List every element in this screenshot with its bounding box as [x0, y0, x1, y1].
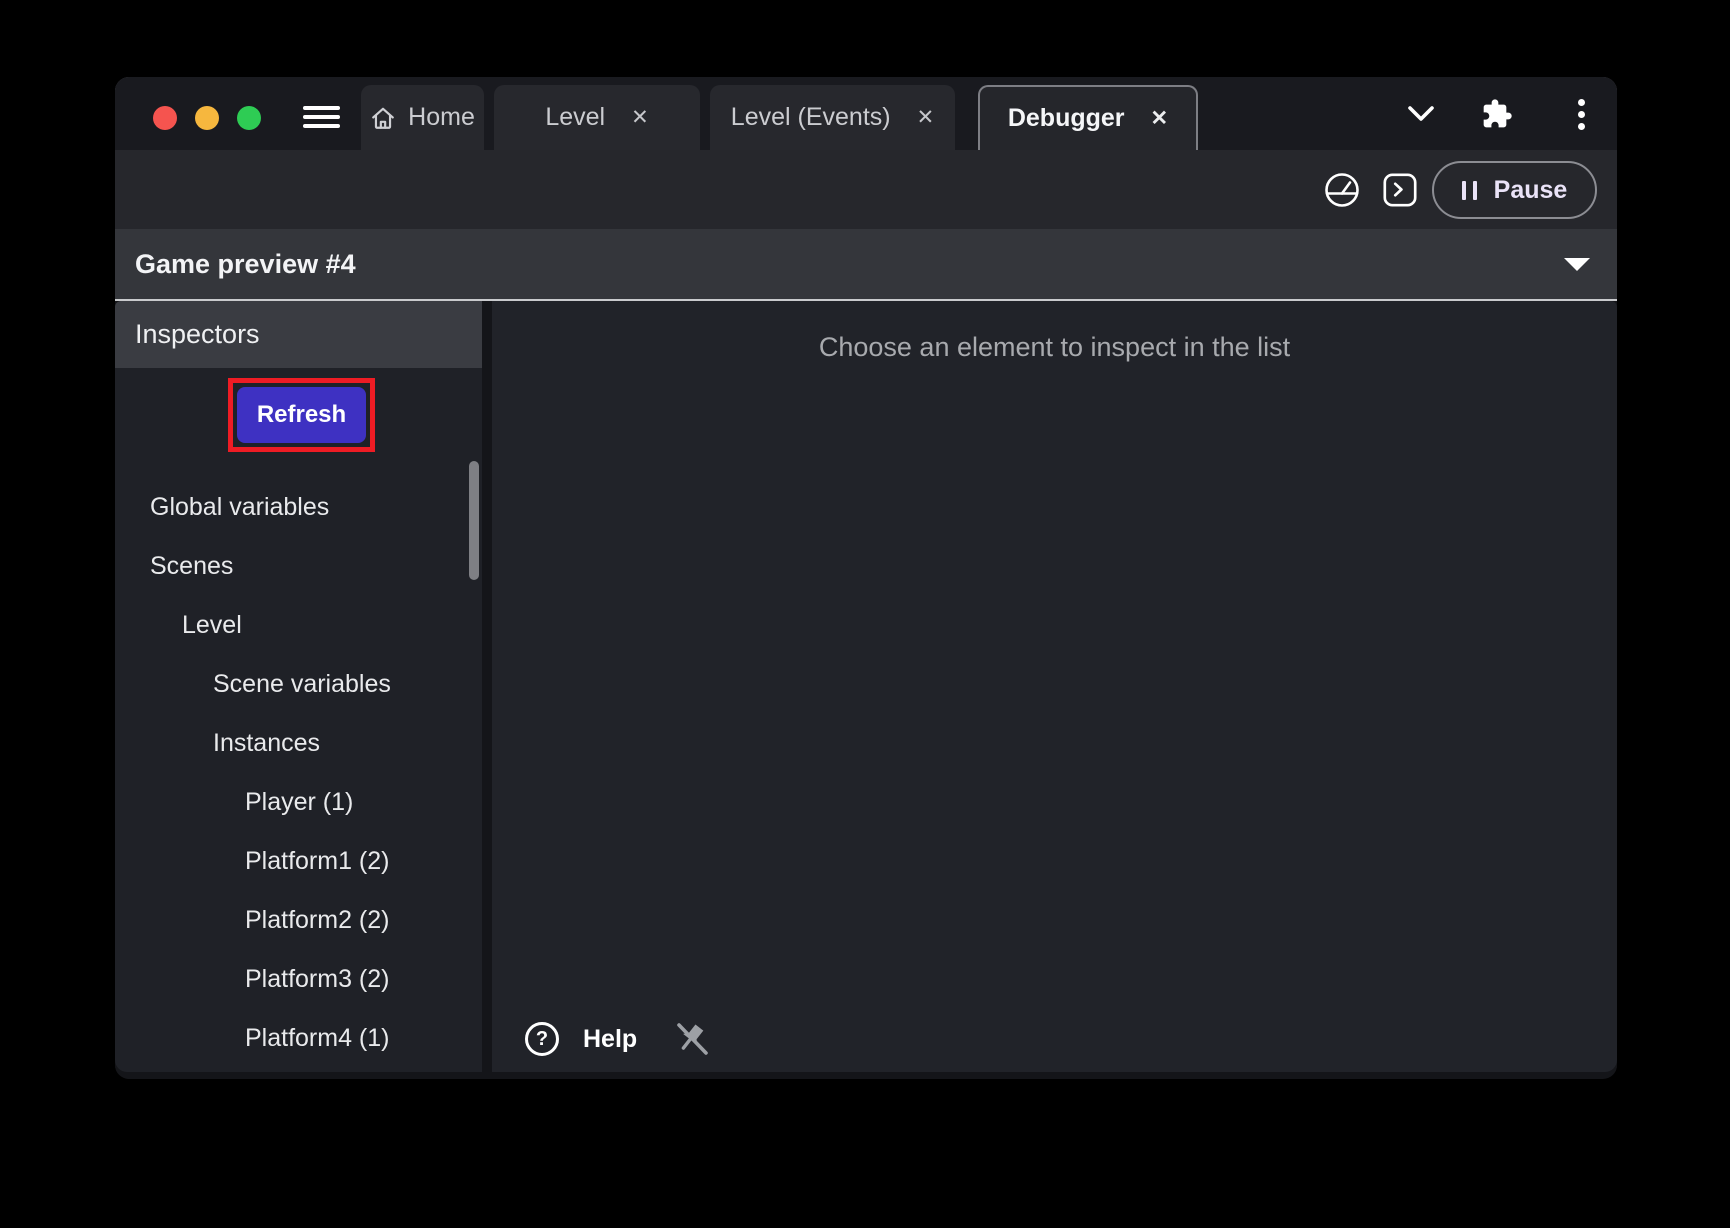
tab-label: Level: [545, 103, 606, 131]
tree-item-platform2[interactable]: Platform2 (2): [115, 891, 482, 950]
hamburger-menu-icon[interactable]: [303, 106, 340, 128]
kebab-menu-icon[interactable]: [1576, 98, 1586, 130]
pause-button-label: Pause: [1493, 175, 1568, 204]
close-tab-icon[interactable]: ✕: [917, 107, 935, 128]
question-help-icon[interactable]: ?: [525, 1022, 559, 1056]
close-window-button[interactable]: [153, 106, 177, 130]
tab-home[interactable]: Home: [361, 85, 484, 150]
tab-bar: Home Level ✕ Level (Events) ✕ Debugger ✕: [115, 77, 1617, 150]
content-area: Inspectors Refresh Global variables Scen…: [115, 301, 1617, 1072]
inspectors-sidebar: Inspectors Refresh Global variables Scen…: [115, 301, 482, 1072]
tab-label: Home: [408, 103, 475, 131]
empty-state-message: Choose an element to inspect in the list: [818, 332, 1291, 362]
tab-label: Level (Events): [730, 103, 891, 131]
game-preview-title: Game preview #4: [135, 248, 356, 279]
console-icon[interactable]: [1381, 171, 1419, 209]
help-label[interactable]: Help: [583, 1025, 637, 1054]
inspector-tree: Global variables Scenes Level Scene vari…: [115, 478, 482, 1068]
tab-level-events[interactable]: Level (Events) ✕: [710, 85, 955, 150]
tab-debugger[interactable]: Debugger ✕: [978, 85, 1198, 150]
pin-off-icon[interactable]: [671, 1018, 713, 1060]
tree-item-platform1[interactable]: Platform1 (2): [115, 832, 482, 891]
tree-item-player[interactable]: Player (1): [115, 773, 482, 832]
debugger-toolbar: Pause: [115, 150, 1617, 229]
extensions-puzzle-icon[interactable]: [1481, 98, 1513, 130]
home-icon: [370, 105, 396, 131]
tab-strip: Home Level ✕ Level (Events) ✕ Debugger ✕: [361, 85, 1198, 150]
tree-item-platform3[interactable]: Platform3 (2): [115, 950, 482, 1009]
tab-label: Debugger: [1007, 104, 1125, 132]
traffic-lights: [153, 106, 261, 130]
tree-item-platform4[interactable]: Platform4 (1): [115, 1009, 482, 1068]
pause-button[interactable]: Pause: [1432, 161, 1597, 219]
sidebar-scrollbar-thumb[interactable]: [469, 461, 479, 580]
tree-item-instances[interactable]: Instances: [115, 714, 482, 773]
minimize-window-button[interactable]: [195, 106, 219, 130]
bottom-help-row: ? Help: [525, 1018, 713, 1060]
close-tab-icon[interactable]: ✕: [631, 107, 649, 128]
inspectors-header: Inspectors: [115, 301, 482, 368]
profiler-gauge-icon[interactable]: [1322, 170, 1362, 210]
tree-item-scene-variables[interactable]: Scene variables: [115, 655, 482, 714]
chevron-down-icon[interactable]: [1406, 103, 1436, 125]
pause-icon: [1461, 180, 1477, 200]
tree-item-level[interactable]: Level: [115, 596, 482, 655]
debugger-window: Home Level ✕ Level (Events) ✕ Debugger ✕: [115, 77, 1617, 1079]
dropdown-caret-icon[interactable]: [1564, 258, 1590, 271]
inspector-detail-panel: Choose an element to inspect in the list…: [492, 301, 1617, 1072]
tree-item-global-variables[interactable]: Global variables: [115, 478, 482, 537]
close-tab-icon[interactable]: ✕: [1151, 108, 1169, 129]
tab-level[interactable]: Level ✕: [494, 85, 700, 150]
tree-item-scenes[interactable]: Scenes: [115, 537, 482, 596]
zoom-window-button[interactable]: [237, 106, 261, 130]
refresh-button-highlight: Refresh: [228, 378, 375, 452]
refresh-button[interactable]: Refresh: [237, 387, 366, 443]
game-preview-selector[interactable]: Game preview #4: [115, 229, 1617, 299]
